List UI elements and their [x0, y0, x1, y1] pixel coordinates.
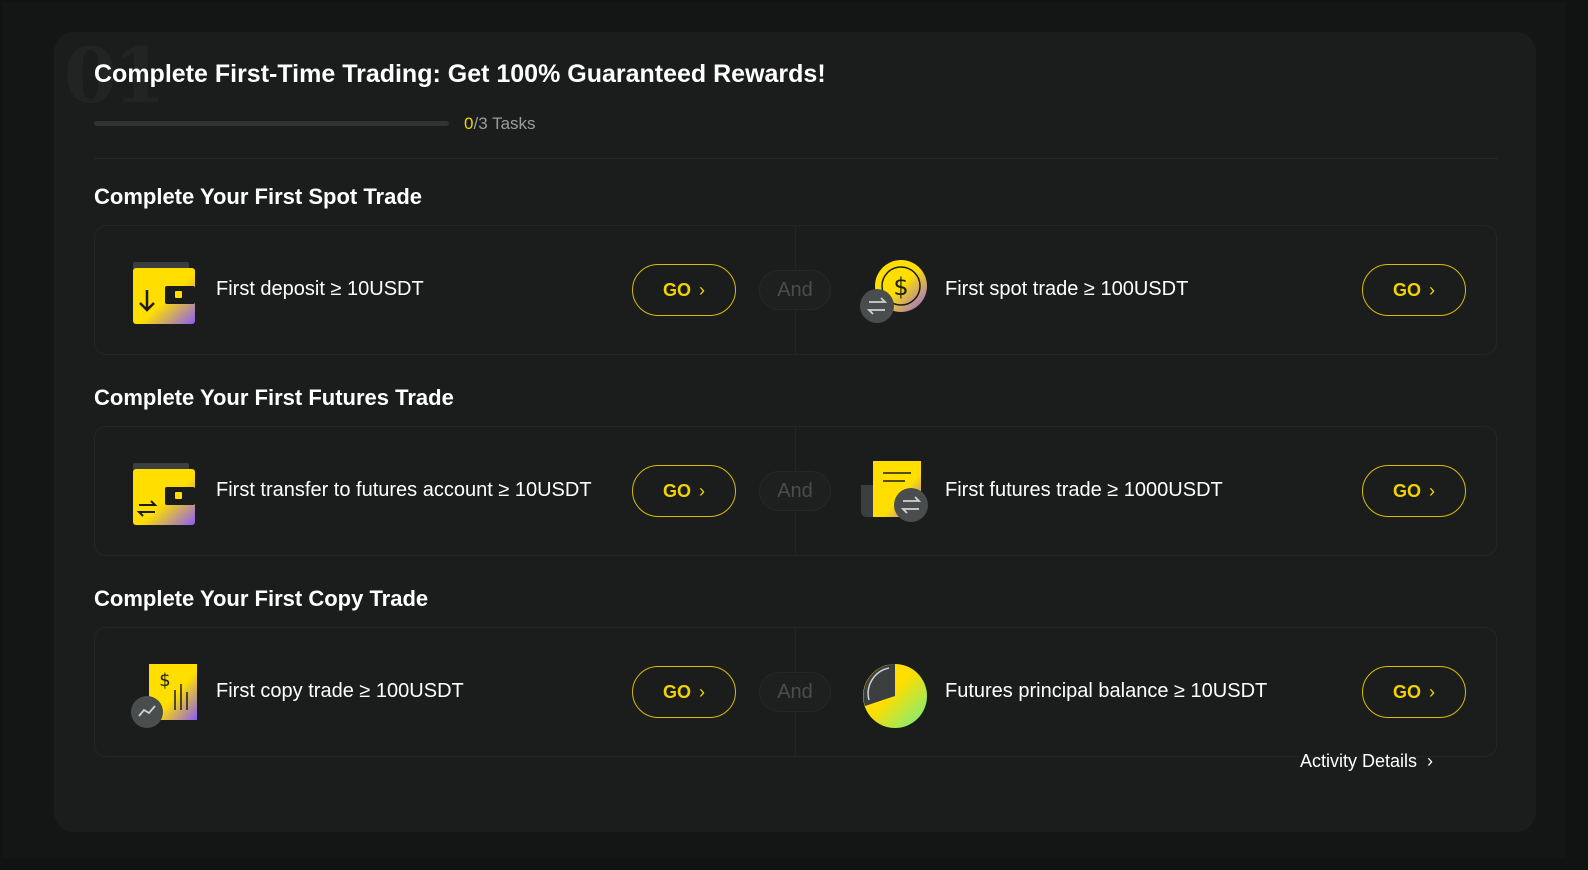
- task-label-spot-trade: First spot trade ≥ 100USDT: [945, 278, 1189, 300]
- activity-details-label: Activity Details: [1300, 751, 1418, 771]
- task-label-futures-trade: First futures trade ≥ 1000USDT: [945, 479, 1223, 501]
- rewards-panel: 01 Complete First-Time Trading: Get 100%…: [54, 32, 1536, 832]
- svg-text:$: $: [159, 670, 170, 691]
- svg-text:$: $: [893, 273, 908, 301]
- go-button-spot-trade[interactable]: GO ›: [1362, 264, 1466, 316]
- go-label: GO: [1392, 279, 1421, 300]
- activity-details-link[interactable]: Activity Details ›: [1300, 751, 1433, 772]
- chevron-right-icon: ›: [1429, 681, 1435, 702]
- futures-document-icon: [861, 461, 928, 522]
- section-title-copy: Complete Your First Copy Trade: [94, 586, 429, 611]
- chevron-right-icon: ›: [1427, 751, 1434, 771]
- tasks-total-label: /3 Tasks: [473, 114, 536, 133]
- go-label: GO: [662, 480, 691, 501]
- task-progress-bar: [94, 121, 449, 126]
- header-divider: [94, 158, 1498, 159]
- and-connector: And: [759, 471, 831, 511]
- go-button-principal-balance[interactable]: GO ›: [1362, 666, 1466, 718]
- go-button-transfer[interactable]: GO ›: [632, 465, 736, 517]
- wallet-transfer-icon: [133, 463, 195, 525]
- task-box-spot: First deposit ≥ 10USDT GO › And $ First s…: [94, 225, 1497, 355]
- section-title-spot: Complete Your First Spot Trade: [94, 184, 423, 209]
- page-frame: 01 Complete First-Time Trading: Get 100%…: [2, 2, 1566, 858]
- task-box-futures: First transfer to futures account ≥ 10US…: [94, 426, 1497, 556]
- chevron-right-icon: ›: [699, 681, 705, 702]
- go-label: GO: [662, 681, 691, 702]
- chevron-right-icon: ›: [699, 480, 705, 501]
- go-label: GO: [1392, 681, 1421, 702]
- chevron-right-icon: ›: [1429, 480, 1435, 501]
- task-label-copy-trade: First copy trade ≥ 100USDT: [216, 680, 464, 702]
- go-label: GO: [1392, 480, 1421, 501]
- and-connector: And: [759, 672, 831, 712]
- and-connector: And: [759, 270, 831, 310]
- task-box-copy: $ First copy trade ≥ 100USDT GO › And Fut…: [94, 627, 1497, 757]
- task-label-transfer: First transfer to futures account ≥ 10US…: [216, 479, 592, 501]
- page-title: Complete First-Time Trading: Get 100% Gu…: [94, 60, 826, 88]
- task-label-deposit: First deposit ≥ 10USDT: [216, 278, 424, 300]
- task-label-principal-balance: Futures principal balance ≥ 10USDT: [945, 680, 1268, 702]
- chevron-right-icon: ›: [1429, 279, 1435, 300]
- wallet-deposit-icon: [133, 262, 195, 324]
- pie-chart-balance-icon: [863, 664, 927, 728]
- coin-exchange-icon: $: [860, 260, 927, 323]
- go-button-copy-trade[interactable]: GO ›: [632, 666, 736, 718]
- copy-trade-chart-icon: $: [131, 664, 197, 728]
- section-title-futures: Complete Your First Futures Trade: [94, 385, 454, 410]
- task-progress-text: 0/3 Tasks: [464, 114, 536, 134]
- go-button-deposit[interactable]: GO ›: [632, 264, 736, 316]
- chevron-right-icon: ›: [699, 279, 705, 300]
- go-button-futures-trade[interactable]: GO ›: [1362, 465, 1466, 517]
- go-label: GO: [662, 279, 691, 300]
